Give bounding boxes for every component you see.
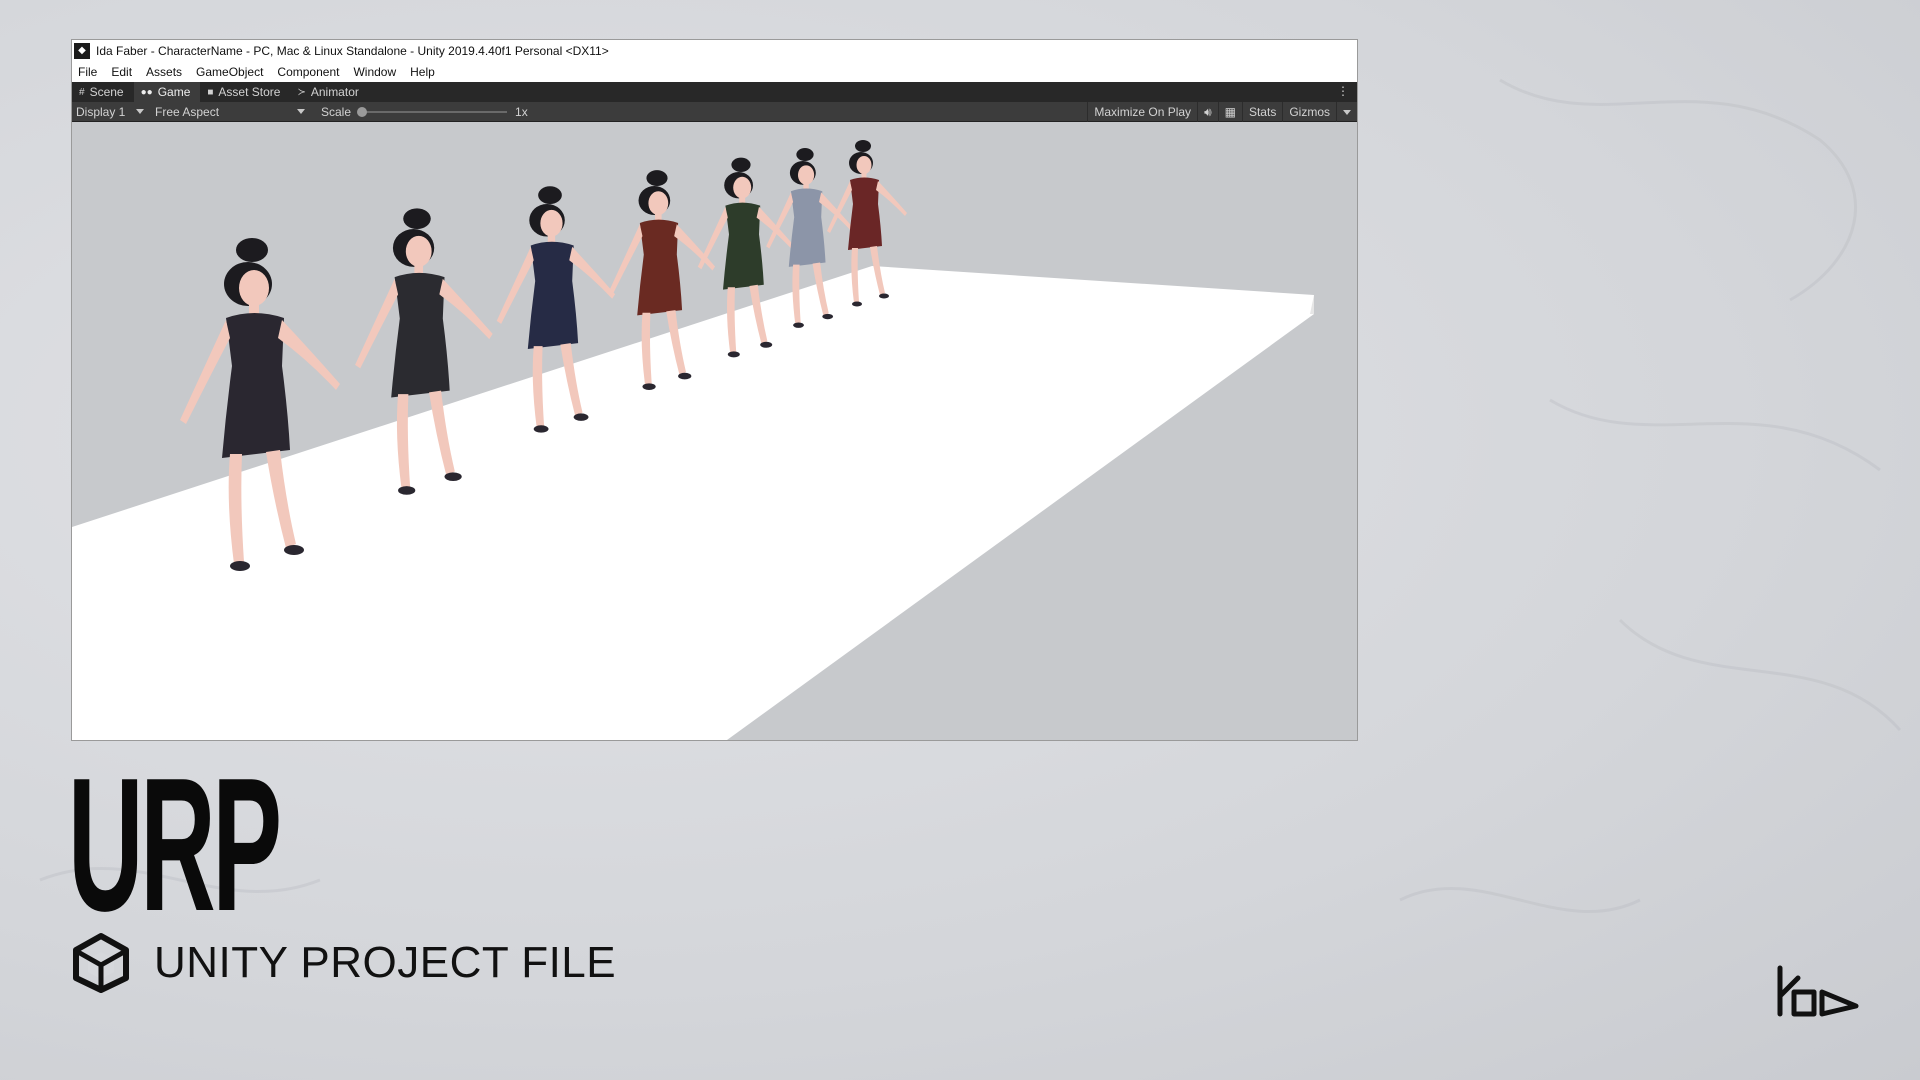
menu-help[interactable]: Help — [410, 65, 435, 79]
unity-editor-window: ◆ Ida Faber - CharacterName - PC, Mac & … — [71, 39, 1358, 741]
chevron-down-icon — [1343, 109, 1351, 115]
urp-title: URP — [68, 739, 282, 951]
menu-gameobject[interactable]: GameObject — [196, 65, 263, 79]
animator-icon: ≻ — [297, 86, 306, 98]
tab-asset-store-label: Asset Store — [218, 85, 281, 99]
tab-animator-label: Animator — [310, 85, 359, 99]
unity-app-icon: ◆ — [74, 42, 90, 59]
tab-scene[interactable]: # Scene — [72, 82, 134, 102]
menu-window[interactable]: Window — [353, 65, 396, 79]
chevron-down-icon — [297, 109, 305, 114]
vsync-icon[interactable]: ▦ — [1217, 102, 1242, 122]
tab-asset-store[interactable]: ■ Asset Store — [200, 82, 290, 102]
game-viewport[interactable] — [72, 122, 1357, 740]
tab-game[interactable]: ●● Game — [133, 82, 201, 102]
kebab-menu-icon[interactable]: ⋮ — [1337, 84, 1349, 98]
maximize-on-play-toggle[interactable]: Maximize On Play — [1087, 102, 1197, 122]
bag-icon: ■ — [207, 86, 214, 98]
game-toolbar: Display 1 Free Aspect Scale 1x Maximize … — [72, 102, 1357, 122]
unity-logo-icon — [73, 933, 129, 993]
aspect-dropdown-label: Free Aspect — [155, 104, 220, 119]
display-dropdown-label: Display 1 — [76, 104, 126, 119]
window-titlebar: ◆ Ida Faber - CharacterName - PC, Mac & … — [72, 40, 1357, 61]
stats-toggle[interactable]: Stats — [1241, 102, 1282, 122]
tab-bar: # Scene ●● Game ■ Asset Store ≻ Animator… — [72, 82, 1357, 102]
tab-scene-label: Scene — [89, 85, 124, 99]
mute-audio-icon[interactable]: 🔊︎ — [1197, 102, 1218, 122]
gizmos-dropdown[interactable] — [1336, 102, 1357, 122]
subtitle: UNITY PROJECT FILE — [154, 938, 617, 987]
display-dropdown[interactable]: Display 1 — [72, 102, 148, 122]
tab-animator[interactable]: ≻ Animator — [290, 82, 368, 102]
toolbar-right-group: Maximize On Play 🔊︎ ▦ Stats Gizmos — [1087, 102, 1357, 122]
tab-game-label: Game — [157, 85, 191, 99]
menubar: File Edit Assets GameObject Component Wi… — [72, 61, 1357, 82]
game-view-render — [72, 140, 1314, 740]
gizmos-button[interactable]: Gizmos — [1282, 102, 1336, 122]
menu-component[interactable]: Component — [277, 65, 339, 79]
scale-value: 1x — [515, 104, 528, 119]
ida-brand-logo — [1777, 965, 1859, 1017]
aspect-dropdown[interactable]: Free Aspect — [151, 102, 309, 122]
scale-label: Scale — [321, 104, 352, 119]
gamepad-icon: ●● — [140, 86, 153, 98]
menu-file[interactable]: File — [78, 65, 97, 79]
menu-edit[interactable]: Edit — [111, 65, 132, 79]
grid-icon: # — [79, 86, 85, 98]
menu-assets[interactable]: Assets — [146, 65, 182, 79]
chevron-down-icon — [136, 109, 144, 114]
subtitle-row: UNITY PROJECT FILE — [70, 932, 616, 994]
scale-slider-knob[interactable] — [357, 106, 368, 117]
scale-slider[interactable] — [357, 106, 508, 117]
window-title: Ida Faber - CharacterName - PC, Mac & Li… — [96, 43, 609, 58]
